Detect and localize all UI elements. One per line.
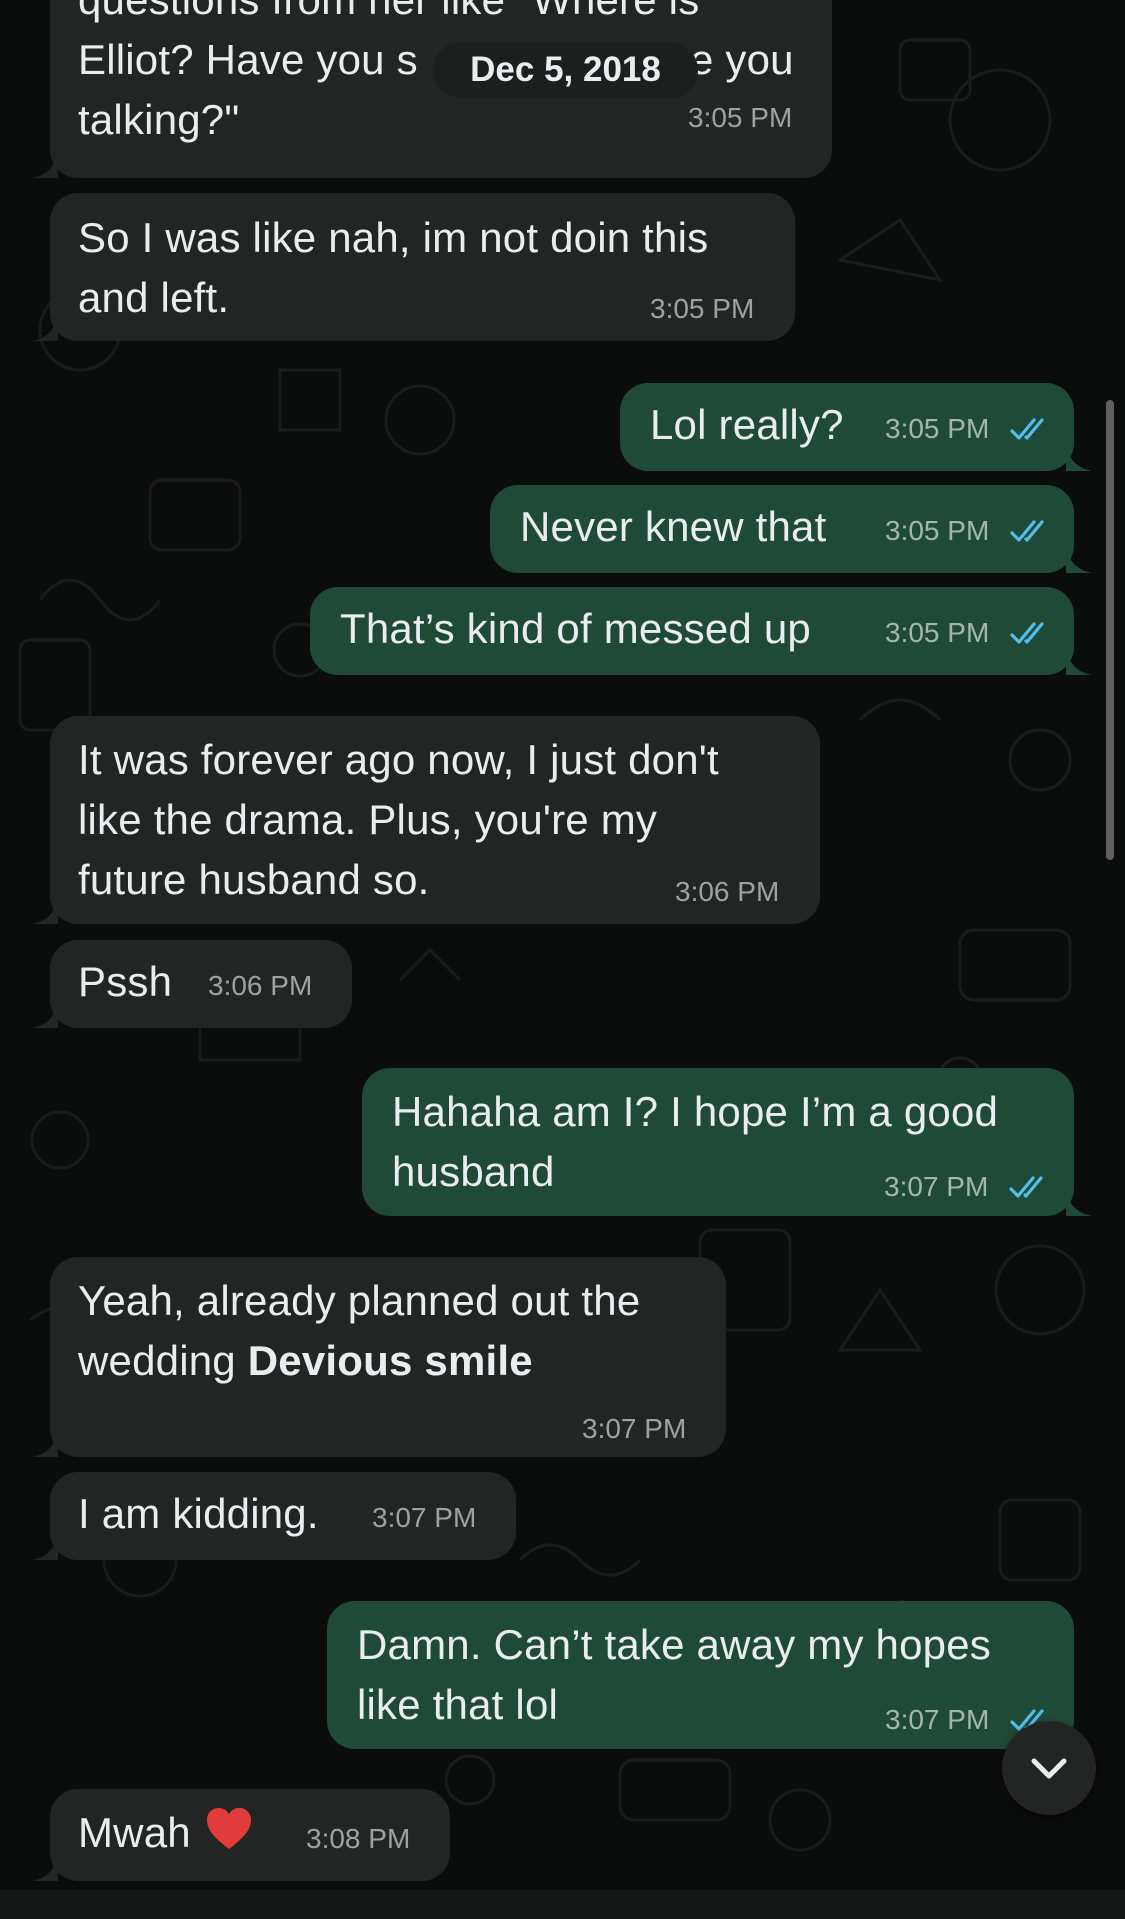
message-text: like that lol — [357, 1681, 559, 1728]
message-text: Damn. Can’t take away my hopes — [357, 1621, 991, 1668]
outgoing-message[interactable]: That’s kind of messed up 3:05 PM — [310, 587, 1092, 675]
message-text: Hahaha am I? I hope I’m a good — [392, 1088, 999, 1135]
message-timestamp: 3:05 PM — [885, 617, 990, 648]
message-text: husband — [392, 1148, 555, 1195]
bubble-tail — [32, 1855, 58, 1881]
scroll-down-button[interactable] — [1002, 1721, 1096, 1815]
bottom-bar — [0, 1890, 1125, 1919]
bubble-tail — [32, 1534, 58, 1560]
message-timestamp: 3:07 PM — [372, 1502, 477, 1533]
message-text: questions from her like "Where is — [78, 0, 699, 30]
outgoing-message[interactable]: Never knew that 3:05 PM — [490, 485, 1092, 573]
message-text: wedding Devious smile — [78, 1337, 533, 1384]
chevron-down-icon — [1031, 1758, 1067, 1779]
message-text: talking?" — [78, 96, 240, 143]
outgoing-message[interactable]: Hahaha am I? I hope I’m a good husband 3:0… — [362, 1068, 1092, 1216]
bubble-tail — [32, 898, 58, 924]
message-text: Mwah — [78, 1803, 255, 1863]
message-timestamp: 3:07 PM — [884, 1171, 989, 1202]
bubble-tail — [1066, 1190, 1092, 1216]
double-check-icon — [1010, 622, 1044, 644]
incoming-message[interactable]: I am kidding. 3:07 PM — [32, 1472, 516, 1560]
message-timestamp: 3:08 PM — [306, 1823, 411, 1854]
message-text: like the drama. Plus, you're my — [78, 796, 658, 843]
message-text: I am kidding. — [78, 1490, 319, 1537]
double-check-icon — [1009, 1176, 1043, 1198]
bubble-tail — [1066, 649, 1092, 675]
message-text: Yeah, already planned out the — [78, 1277, 641, 1324]
incoming-message[interactable]: So I was like nah, im not doin this and l… — [32, 193, 795, 341]
message-text: It was forever ago now, I just don't — [78, 736, 719, 783]
message-timestamp: 3:05 PM — [688, 102, 793, 133]
message-timestamp: 3:07 PM — [885, 1704, 990, 1735]
outgoing-message[interactable]: Lol really? 3:05 PM — [620, 383, 1092, 471]
bubble-tail — [32, 315, 58, 341]
message-timestamp: 3:06 PM — [208, 970, 313, 1001]
message-text-overflow: e you — [690, 36, 794, 83]
emoji-text-label: Devious smile — [247, 1337, 533, 1384]
message-text: That’s kind of messed up — [340, 605, 811, 652]
message-timestamp: 3:05 PM — [885, 413, 990, 444]
bubble-tail — [1066, 445, 1092, 471]
message-text: Pssh — [78, 958, 173, 1005]
double-check-icon — [1010, 520, 1044, 542]
incoming-message[interactable]: Mwah 3:08 PM — [32, 1789, 450, 1881]
message-timestamp: 3:05 PM — [885, 515, 990, 546]
message-text: and left. — [78, 274, 230, 321]
message-timestamp: 3:06 PM — [675, 876, 780, 907]
message-text: future husband so. — [78, 856, 430, 903]
message-text: So I was like nah, im not doin this — [78, 214, 709, 261]
message-text: Never knew that — [520, 503, 827, 550]
message-timestamp: 3:05 PM — [650, 293, 755, 324]
bubble-tail — [32, 1002, 58, 1028]
bubble-tail — [32, 1431, 58, 1457]
outgoing-message[interactable]: Damn. Can’t take away my hopes like that … — [327, 1601, 1092, 1749]
double-check-icon — [1010, 418, 1044, 440]
bubble-tail — [1066, 547, 1092, 573]
message-timestamp: 3:07 PM — [582, 1413, 687, 1444]
heart-icon — [206, 1808, 251, 1849]
incoming-message[interactable]: Yeah, already planned out the wedding Dev… — [32, 1257, 726, 1457]
incoming-message[interactable]: It was forever ago now, I just don't like… — [32, 716, 820, 924]
date-chip: Dec 5, 2018 — [433, 42, 698, 98]
bubble-tail — [32, 152, 58, 178]
chat-area[interactable]: questions from her like "Where isElliot?… — [0, 0, 1125, 1890]
message-text: Elliot? Have you se you — [78, 30, 794, 90]
incoming-message[interactable]: Pssh 3:06 PM — [32, 940, 352, 1028]
scrollbar[interactable] — [1106, 400, 1114, 860]
message-text: Lol really? — [650, 401, 844, 448]
